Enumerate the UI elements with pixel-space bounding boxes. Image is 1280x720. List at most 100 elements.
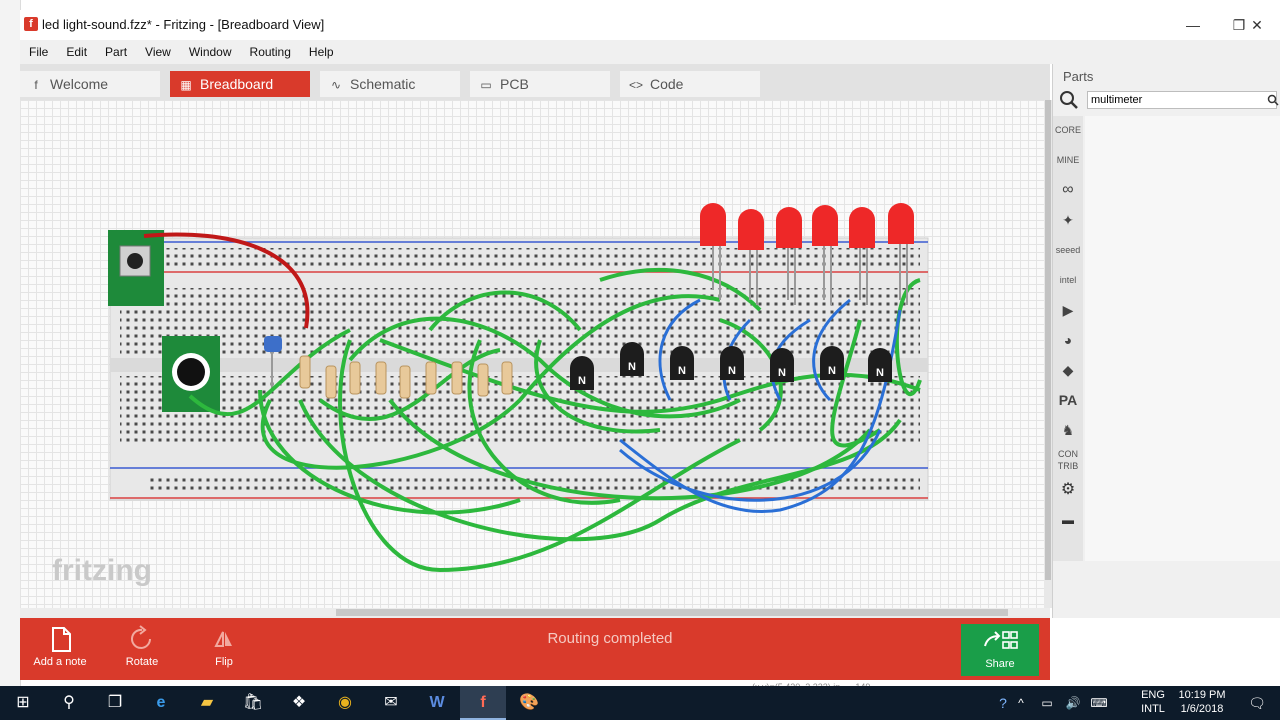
more-bin-icon[interactable]: ▬ (1053, 506, 1083, 534)
background-window-edge (0, 0, 21, 690)
gear-bin-icon[interactable]: ⚙ (1053, 476, 1083, 504)
rotate-icon (131, 625, 151, 649)
parts-results-list[interactable] (1085, 116, 1280, 561)
transistor-label: N (628, 361, 636, 373)
tab-pcb[interactable]: ▭ PCB (470, 71, 610, 97)
clock-time: 10:19 PM (1178, 689, 1226, 701)
menu-bar: File Edit Part View Window Routing Help (20, 40, 1280, 64)
task-view-icon[interactable]: ❐ (92, 686, 138, 720)
tab-label: PCB (500, 76, 529, 92)
search-icon[interactable]: ⚲ (46, 686, 92, 720)
animal-bin-icon[interactable]: ◆ (1053, 356, 1083, 384)
horizontal-scroll-thumb[interactable] (336, 609, 1008, 616)
tab-label: Welcome (50, 76, 109, 92)
language-indicator[interactable]: ENG INTL (1138, 688, 1168, 716)
fritzing-icon[interactable]: f (460, 686, 506, 720)
bin-mine[interactable]: MINE (1053, 146, 1083, 174)
bin-seeed[interactable]: seeed (1053, 236, 1083, 264)
share-icon (984, 631, 1018, 649)
fritzing-app-icon: f (24, 17, 38, 31)
vertical-scroll-thumb[interactable] (1045, 100, 1051, 580)
lang-line2: INTL (1141, 703, 1165, 715)
search-go-icon[interactable] (1267, 94, 1279, 106)
tab-label: Schematic (350, 76, 416, 92)
bin-pa[interactable]: PA (1053, 386, 1083, 414)
window-title: led light-sound.fzz* - Fritzing - [Bread… (42, 17, 325, 32)
menu-routing[interactable]: Routing (241, 40, 300, 64)
transistor-label: N (876, 367, 884, 379)
breadboard-canvas[interactable]: N N N N N N N fritzing (20, 100, 1044, 608)
parts-search-input[interactable] (1087, 91, 1277, 109)
clock-date: 1/6/2018 (1180, 703, 1224, 715)
parts-title: Parts (1063, 69, 1094, 84)
close-button[interactable]: ✕ (1234, 10, 1280, 40)
tab-label: Breadboard (200, 76, 274, 92)
mail-icon[interactable]: ✉ (368, 686, 414, 720)
tab-welcome[interactable]: f Welcome (20, 71, 160, 97)
parts-bins: CORE MINE ∞ ✦ seeed intel ▶ ◕ ◆ PA ♞ CON… (1053, 116, 1083, 561)
menu-file[interactable]: File (20, 40, 57, 64)
menu-window[interactable]: Window (180, 40, 241, 64)
edge-icon[interactable]: e (138, 686, 184, 720)
rotate-label: Rotate (125, 656, 159, 668)
transistor-label: N (828, 365, 836, 377)
paint-icon[interactable]: 🎨 (506, 686, 552, 720)
rotate-button[interactable]: Rotate (102, 618, 182, 680)
tab-schematic[interactable]: ∿ Schematic (320, 71, 460, 97)
word-icon[interactable]: W (414, 686, 460, 720)
parts-panel: Parts CORE MINE ∞ ✦ seeed intel ▶ ◕ ◆ PA… (1052, 64, 1280, 618)
bottom-toolbar: Add a note Rotate Flip Routing completed… (20, 618, 1050, 680)
menu-edit[interactable]: Edit (57, 40, 96, 64)
fritzing-watermark: fritzing (52, 554, 152, 587)
clock[interactable]: 10:19 PM 1/6/2018 (1172, 688, 1232, 716)
windows-taskbar: ⊞ ⚲ ❐ e ▰ 🛍 ❖ ◉ ✉ W f 🎨 ? ^ ▭ 🔊 ⌨ ENG INT… (0, 686, 1280, 720)
transistor-label: N (778, 367, 786, 379)
chrome-icon[interactable]: ◉ (322, 686, 368, 720)
menu-part[interactable]: Part (96, 40, 136, 64)
keyboard-icon[interactable]: ⌨ (1084, 686, 1114, 720)
arduino-bin-icon[interactable]: ∞ (1053, 176, 1083, 204)
microchip-bin-icon[interactable]: ◕ (1053, 326, 1083, 354)
tab-breadboard[interactable]: ▦ Breadboard (170, 71, 310, 97)
menu-view[interactable]: View (136, 40, 180, 64)
breadboard[interactable] (109, 237, 929, 501)
sound-sensor-module[interactable] (162, 336, 220, 412)
menu-help[interactable]: Help (300, 40, 343, 64)
tab-label: Code (650, 76, 684, 92)
notifications-icon[interactable]: 🗨 (1234, 686, 1280, 720)
add-note-button[interactable]: Add a note (20, 618, 100, 680)
pcb-icon: ▭ (480, 78, 492, 92)
tab-code[interactable]: <> Code (620, 71, 760, 97)
minimize-button[interactable]: — (1170, 10, 1216, 40)
share-button[interactable]: Share (961, 624, 1039, 676)
snootlab-bin-icon[interactable]: ▶ (1053, 296, 1083, 324)
note-icon (52, 627, 71, 652)
bin-contrib[interactable]: CON TRIB (1053, 446, 1083, 474)
routing-status-text: Routing completed (547, 630, 673, 647)
share-label: Share (985, 658, 1015, 670)
title-bar: f led light-sound.fzz* - Fritzing - [Bre… (20, 10, 1280, 40)
flip-icon (214, 631, 232, 647)
pushbutton-module[interactable] (108, 230, 164, 306)
bin-intel[interactable]: intel (1053, 266, 1083, 294)
code-icon: <> (628, 78, 643, 92)
windows-start-icon[interactable]: ⊞ (0, 686, 46, 720)
add-note-label: Add a note (33, 656, 87, 668)
flip-button[interactable]: Flip (184, 618, 264, 680)
transistor-label: N (678, 365, 686, 377)
sparkfun-bin-icon[interactable]: ✦ (1053, 206, 1083, 234)
schematic-icon: ∿ (330, 78, 342, 92)
view-tabs: f Welcome ▦ Breadboard ∿ Schematic ▭ PCB <> C… (20, 64, 1050, 100)
search-icon[interactable] (1059, 90, 1079, 110)
fritzing-f-icon: f (34, 78, 38, 92)
bin-core[interactable]: CORE (1053, 116, 1083, 144)
flip-label: Flip (215, 656, 233, 668)
breadboard-drawing[interactable]: N N N N N N N fritzing (20, 100, 1044, 608)
transistor-label: N (728, 365, 736, 377)
lang-line1: ENG (1141, 689, 1165, 701)
lilypad-bin-icon[interactable]: ♞ (1053, 416, 1083, 444)
transistor-label: N (578, 375, 586, 387)
dropbox-icon[interactable]: ❖ (276, 686, 322, 720)
store-icon[interactable]: 🛍 (230, 686, 276, 720)
file-explorer-icon[interactable]: ▰ (184, 686, 230, 720)
